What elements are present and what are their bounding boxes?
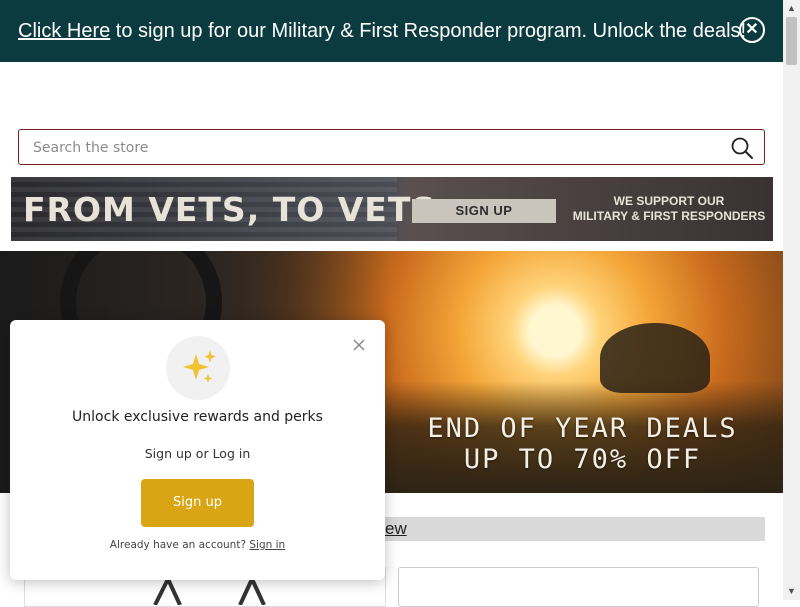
search-icon[interactable] — [730, 136, 754, 160]
scrollbar-thumb[interactable] — [786, 17, 797, 65]
section-tab-strip: ew — [385, 517, 765, 541]
vets-signup-button[interactable]: SIGN UP — [412, 199, 556, 223]
scroll-down-icon[interactable]: ▼ — [783, 583, 800, 600]
announcement-message: to sign up for our Military & First Resp… — [110, 20, 747, 42]
hero-tree-silhouette — [600, 323, 710, 393]
rewards-popup: Unlock exclusive rewards and perks Sign … — [10, 320, 385, 580]
popup-signup-button[interactable]: Sign up — [141, 479, 254, 527]
announcement-signup-link[interactable]: Click Here — [18, 20, 110, 42]
hero-line-2: UP TO 70% OFF — [463, 444, 702, 475]
vets-promo-banner[interactable]: FROM VETS, TO VETS SIGN UP WE SUPPORT OU… — [11, 177, 773, 241]
popup-signin-link[interactable]: Sign in — [249, 539, 285, 551]
popup-close-icon[interactable] — [352, 338, 366, 352]
section-tab-label[interactable]: ew — [385, 519, 407, 539]
sparkles-icon — [166, 336, 230, 400]
page-scrollbar[interactable]: ▲ ▼ — [783, 0, 800, 600]
vets-banner-title: FROM VETS, TO VETS — [23, 190, 437, 229]
popup-footer-text: Already have an account? — [109, 539, 247, 551]
vets-support-line2: MILITARY & FIRST RESPONDERS — [572, 209, 766, 223]
scroll-up-icon[interactable]: ▲ — [783, 0, 800, 17]
vets-support-line1: WE SUPPORT OUR — [613, 194, 725, 208]
announcement-text: Click Here to sign up for our Military &… — [18, 19, 746, 43]
product-card[interactable] — [398, 567, 759, 607]
announcement-bar: Click Here to sign up for our Military &… — [0, 0, 783, 62]
search-input[interactable] — [31, 136, 715, 160]
hero-line-1: END OF YEAR DEALS — [427, 413, 738, 444]
popup-subtitle: Sign up or Log in — [144, 446, 251, 461]
announcement-close-icon[interactable]: ✕ — [739, 17, 765, 43]
hero-headline: END OF YEAR DEALS UP TO 70% OFF — [395, 413, 770, 475]
vets-support-text: WE SUPPORT OUR MILITARY & FIRST RESPONDE… — [571, 194, 767, 224]
popup-title: Unlock exclusive rewards and perks — [72, 409, 323, 425]
popup-footer: Already have an account? Sign in — [10, 539, 385, 551]
store-search — [18, 129, 765, 165]
